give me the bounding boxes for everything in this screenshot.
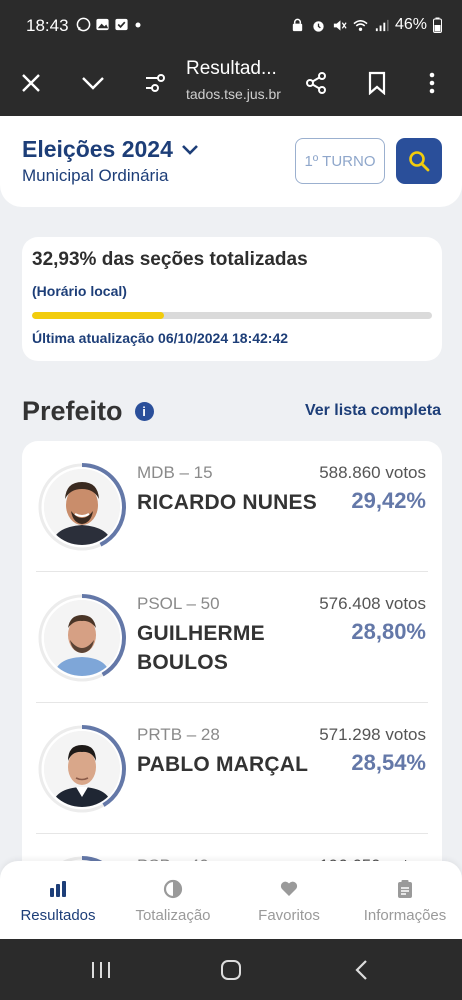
info-icon[interactable]: i — [134, 402, 154, 421]
close-icon — [22, 74, 40, 92]
candidate-votes: 571.298 votos — [319, 725, 426, 744]
election-title: Eleições 2024 — [22, 136, 173, 162]
lock-icon — [292, 18, 303, 31]
tune-icon — [146, 74, 165, 92]
home-icon — [221, 960, 241, 980]
progress-title: 32,93% das seções totalizadas — [32, 249, 308, 270]
candidate-percent: 29,42% — [351, 488, 426, 513]
recent-apps-icon — [92, 962, 110, 978]
gallery-icon — [96, 18, 109, 31]
turno-button[interactable]: 1º TURNO — [295, 138, 385, 184]
page-url: tados.tse.jus.br — [186, 86, 281, 102]
heart-icon — [280, 881, 298, 896]
person-photo-icon — [44, 600, 120, 676]
nav-informacoes[interactable]: Informações — [350, 879, 460, 924]
candidate-name: RICARDO NUNES — [137, 491, 317, 514]
avatar — [44, 469, 120, 545]
candidate-row[interactable]: PSOL – 50 576.408 votos GUILHERME BOULOS… — [22, 572, 442, 703]
candidate-votes: 576.408 votos — [319, 594, 426, 613]
site-settings-button[interactable] — [136, 64, 174, 102]
battery-icon — [433, 17, 442, 33]
see-all-link[interactable]: Ver lista completa — [305, 402, 441, 420]
chevron-down-icon — [82, 77, 104, 90]
bookmark-icon — [368, 71, 386, 95]
browser-toolbar: Resultad... tados.tse.jus.br — [0, 50, 462, 116]
bottom-navigation: Resultados Totalização Favoritos Informa… — [0, 861, 462, 939]
share-button[interactable] — [297, 64, 335, 102]
status-time: 18:43 — [26, 16, 69, 35]
candidate-votes: 588.860 votos — [319, 463, 426, 482]
candidate-row[interactable]: MDB – 15 588.860 votos RICARDO NUNES 29,… — [22, 441, 442, 572]
notification-icons — [76, 17, 143, 32]
status-bar: 18:43 46% — [0, 0, 462, 50]
nav-label: Favoritos — [258, 907, 320, 924]
alarm-icon — [313, 20, 324, 32]
more-vertical-icon — [429, 72, 435, 94]
avatar — [44, 731, 120, 807]
bookmark-button[interactable] — [358, 64, 396, 102]
candidate-avatar — [36, 592, 128, 684]
candidate-name: GUILHERME BOULOS — [137, 622, 265, 674]
election-header: Eleições 2024 Municipal Ordinária 1º TUR… — [0, 116, 462, 207]
home-button[interactable] — [216, 957, 246, 983]
system-navigation-bar — [0, 939, 462, 1000]
candidate-party: PRTB – 28 — [137, 725, 220, 744]
battery-percent: 46% — [394, 16, 427, 33]
nav-resultados[interactable]: Resultados — [3, 879, 113, 924]
signal-icon — [375, 19, 389, 31]
last-update: Última atualização 06/10/2024 18:42:42 — [32, 330, 289, 346]
avatar — [44, 600, 120, 676]
candidate-avatar — [36, 723, 128, 815]
bar-chart-icon — [50, 881, 66, 897]
candidate-party: MDB – 15 — [137, 463, 213, 482]
candidate-row[interactable]: PRTB – 28 571.298 votos PABLO MARÇAL 28,… — [22, 703, 442, 834]
pie-chart-icon — [163, 879, 183, 899]
progress-bar — [32, 312, 432, 319]
candidate-avatar — [36, 461, 128, 553]
page-title: Resultad... — [186, 58, 277, 79]
whatsapp-icon — [76, 17, 91, 32]
system-icons: 46% — [290, 16, 442, 34]
nav-totalizacao[interactable]: Totalização — [118, 879, 228, 924]
mute-icon — [333, 19, 347, 31]
candidate-name: PABLO MARÇAL — [137, 753, 309, 776]
candidate-party: PSOL – 50 — [137, 594, 220, 613]
minimize-button[interactable] — [74, 64, 112, 102]
election-subtitle: Municipal Ordinária — [22, 166, 169, 185]
candidate-percent: 28,80% — [351, 619, 426, 644]
progress-note: (Horário local) — [32, 283, 127, 299]
progress-bar-fill — [32, 312, 164, 319]
back-icon — [355, 960, 367, 980]
recent-apps-button[interactable] — [86, 957, 116, 983]
back-button[interactable] — [346, 957, 376, 983]
nav-label: Totalização — [135, 907, 211, 924]
page-content: Eleições 2024 Municipal Ordinária 1º TUR… — [0, 116, 462, 938]
dot-icon — [135, 22, 141, 27]
nav-label: Informações — [363, 907, 447, 924]
close-tab-button[interactable] — [12, 64, 50, 102]
person-photo-icon — [44, 469, 120, 545]
candidate-percent: 28,54% — [351, 750, 426, 775]
section-title: Prefeito — [22, 396, 123, 426]
wifi-icon — [353, 19, 368, 31]
search-button[interactable] — [396, 138, 442, 184]
chevron-down-icon — [181, 144, 198, 155]
nav-label: Resultados — [20, 907, 96, 924]
clipboard-icon — [398, 880, 412, 898]
election-selector[interactable]: Eleições 2024 — [22, 136, 199, 163]
search-icon — [409, 151, 430, 172]
share-icon — [306, 72, 326, 94]
checkbox-icon — [115, 18, 128, 31]
section-heading: Prefeito i — [22, 396, 154, 427]
nav-favoritos[interactable]: Favoritos — [234, 879, 344, 924]
progress-card: 32,93% das seções totalizadas (Horário l… — [22, 237, 442, 361]
more-options-button[interactable] — [413, 64, 451, 102]
person-photo-icon — [44, 731, 120, 807]
